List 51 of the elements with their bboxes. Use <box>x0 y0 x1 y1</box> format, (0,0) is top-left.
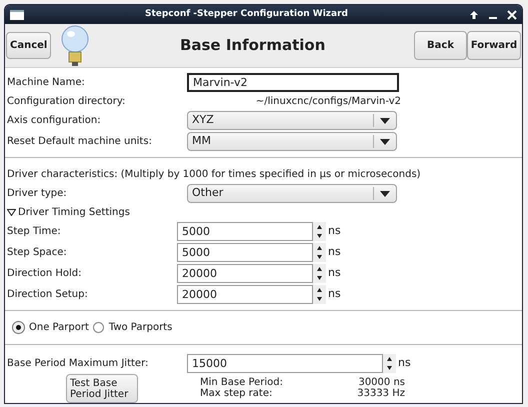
number-field[interactable]: 20000 <box>177 264 313 283</box>
result-label: Min Base Period: <box>200 377 284 388</box>
spin-arrows-icon[interactable] <box>313 222 326 241</box>
field-label: Direction Hold: <box>7 267 82 281</box>
field-label: Machine Name: <box>7 76 86 90</box>
field-label: Direction Setup: <box>7 288 89 302</box>
unit-label: ns <box>328 265 341 282</box>
window-icon <box>10 10 24 20</box>
result-label: Max step rate: <box>200 388 274 399</box>
maximize-icon[interactable] <box>469 10 479 20</box>
field-label: Step Time: <box>7 225 62 239</box>
field-label: Base Period Maximum Jitter: <box>7 357 150 371</box>
result-value: 30000 ns <box>358 377 405 388</box>
field-label: Axis configuration: <box>7 114 102 128</box>
test-jitter-button[interactable]: Test Base Period Jitter <box>66 374 138 403</box>
field-label: Configuration directory: <box>7 95 126 109</box>
number-field[interactable]: 20000 <box>177 285 313 304</box>
unit-label: ns <box>328 244 341 260</box>
dropdown[interactable]: Other <box>187 184 397 203</box>
dropdown-arrow-icon <box>380 190 390 196</box>
page-title: Base Information <box>178 35 326 56</box>
dropdown-arrow-icon <box>380 138 390 144</box>
spin-arrows-icon[interactable] <box>383 354 396 373</box>
machine-name-field[interactable]: Marvin-v2 <box>187 73 399 92</box>
back-button[interactable]: Back <box>414 31 467 60</box>
window-title: Stepconf -Stepper Configuration Wizard <box>144 8 350 21</box>
directory-path: ~/linuxcnc/configs/Marvin-v2 <box>256 95 401 109</box>
driver-note: Driver characteristics: (Multiply by 1000 for times specified in µs or microseconds) <box>7 168 422 182</box>
dropdown[interactable]: XYZ <box>187 111 397 130</box>
number-field[interactable]: 5000 <box>177 222 313 241</box>
forward-button[interactable]: Forward <box>467 31 521 60</box>
result-value: 33333 Hz <box>357 388 405 399</box>
field-label: Reset Default machine units: <box>7 135 153 149</box>
unit-label: ns <box>328 286 341 302</box>
cancel-button[interactable]: Cancel <box>6 32 52 60</box>
unit-label: ns <box>328 223 341 240</box>
radio-button[interactable]: Two Parports <box>92 320 172 335</box>
spin-arrows-icon[interactable] <box>313 285 326 304</box>
field-label: Driver type: <box>7 187 68 201</box>
expander[interactable]: Driver Timing Settings <box>7 205 520 220</box>
number-field[interactable]: 5000 <box>177 243 313 262</box>
expander-arrow-icon <box>7 209 16 216</box>
dropdown-arrow-icon <box>380 118 390 124</box>
close-icon[interactable] <box>507 10 517 20</box>
number-field[interactable]: 15000 <box>187 354 383 373</box>
spin-arrows-icon[interactable] <box>313 243 326 262</box>
unit-label: ns <box>398 355 411 372</box>
radio-button[interactable]: One Parport <box>13 320 89 335</box>
field-label: Step Space: <box>7 246 68 260</box>
spin-arrows-icon[interactable] <box>313 264 326 283</box>
dropdown[interactable]: MM <box>187 132 397 151</box>
